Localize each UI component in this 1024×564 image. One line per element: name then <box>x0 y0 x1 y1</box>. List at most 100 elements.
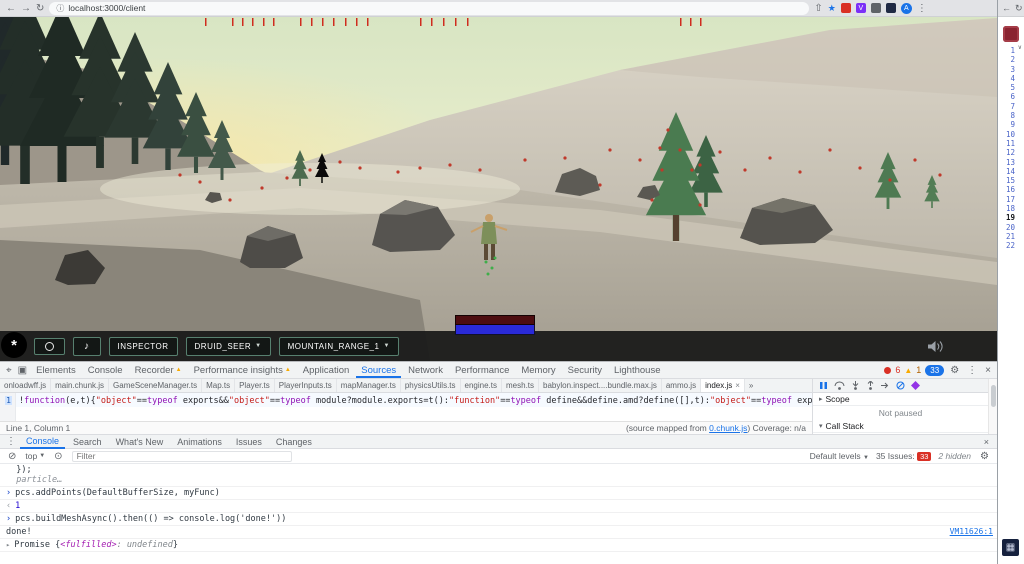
drawer-close-icon[interactable]: × <box>984 437 993 447</box>
tab-overflow-icon[interactable]: » <box>745 379 757 392</box>
devtools-scrollbar[interactable] <box>988 379 997 434</box>
devtools-close-icon[interactable]: × <box>985 365 991 376</box>
hidden-messages-label[interactable]: 2 hidden <box>938 451 971 461</box>
issues-counter[interactable]: 35 Issues: 33 <box>876 451 932 462</box>
reload-icon[interactable]: ↻ <box>36 3 44 14</box>
device-toolbar-icon[interactable]: ▣ <box>18 365 27 376</box>
tab-security[interactable]: Security <box>563 363 607 378</box>
extension-icon-red[interactable] <box>840 3 851 13</box>
warning-triangle-icon[interactable]: ▲ <box>904 366 912 375</box>
circle-button[interactable] <box>34 337 65 355</box>
share-icon[interactable]: ⇧ <box>814 3 822 14</box>
devtools-tabbar: ⌖ ▣ Elements Console Recorder ▲ Performan… <box>0 362 997 379</box>
call-stack-section-header[interactable]: ▾ Call Stack <box>813 420 988 433</box>
site-info-icon[interactable]: ⓘ <box>56 3 64 14</box>
address-bar[interactable]: ⓘ localhost:3000/client <box>49 1 810 15</box>
file-tab[interactable]: mapManager.ts <box>337 379 401 392</box>
inspector-button[interactable]: INSPECTOR <box>108 336 178 356</box>
console-settings-gear-icon[interactable]: ⚙ <box>980 451 989 462</box>
console-input-row[interactable]: › pcs.addPoints(DefaultBufferSize, myFun… <box>0 487 997 500</box>
url-text: localhost:3000/client <box>68 3 146 13</box>
scope-section-header[interactable]: ▸ Scope <box>813 393 988 406</box>
drawer-tab-changes[interactable]: Changes <box>270 436 318 448</box>
bookmark-star-icon[interactable]: ★ <box>828 3 836 14</box>
back-icon[interactable]: ← <box>6 3 16 14</box>
console-filter-input[interactable] <box>71 450 292 462</box>
step-into-button[interactable] <box>851 381 860 390</box>
deactivate-breakpoints-button[interactable] <box>896 381 905 390</box>
console-result-row[interactable]: ▸ Promise {<fulfilled>: undefined} <box>0 539 997 552</box>
warning-count: 1 <box>916 365 922 375</box>
step-button[interactable] <box>881 381 890 390</box>
devtools-menu-icon[interactable]: ⋮ <box>967 365 977 376</box>
clear-console-icon[interactable]: ⊘ <box>8 451 16 462</box>
file-tab[interactable]: ammo.js <box>662 379 702 392</box>
drawer-tab-search[interactable]: Search <box>67 436 108 448</box>
inspect-element-icon[interactable]: ⌖ <box>6 365 12 376</box>
tab-sources[interactable]: Sources <box>356 363 402 378</box>
step-out-button[interactable] <box>866 381 875 390</box>
tab-recorder[interactable]: Recorder ▲ <box>130 363 187 378</box>
drawer-tab-issues[interactable]: Issues <box>230 436 268 448</box>
pause-on-exceptions-button[interactable] <box>911 381 920 390</box>
browser-menu-icon[interactable]: ⋮ <box>917 3 927 14</box>
fold-caret-icon[interactable]: ∨ <box>1018 44 1022 51</box>
step-over-button[interactable] <box>834 381 845 390</box>
tab-application[interactable]: Application <box>298 363 354 378</box>
file-tab[interactable]: babylon.inspect....bundle.max.js <box>539 379 662 392</box>
game-viewport: ♪ INSPECTOR DRUID_SEER ▼ MOUNTAIN_RANGE_1… <box>0 17 997 361</box>
sources-body: onloadwff.js main.chunk.js GameSceneMana… <box>0 379 997 434</box>
forward-icon[interactable]: → <box>21 3 31 14</box>
extension-icon-shield[interactable] <box>870 3 881 13</box>
context-selector[interactable]: top ▼ <box>25 451 45 461</box>
drawer-tab-animations[interactable]: Animations <box>171 436 228 448</box>
file-tab[interactable]: main.chunk.js <box>51 379 110 392</box>
tab-lighthouse[interactable]: Lighthouse <box>609 363 665 378</box>
log-levels-dropdown[interactable]: Default levels ▼ <box>810 451 869 461</box>
file-tab[interactable]: mesh.ts <box>502 379 540 392</box>
game-hud-bar: ♪ INSPECTOR DRUID_SEER ▼ MOUNTAIN_RANGE_1… <box>0 331 997 361</box>
file-tab-active[interactable]: index.js × <box>701 379 745 392</box>
issues-badge[interactable]: 33 <box>925 364 945 376</box>
extension-icon-v[interactable]: V <box>855 3 866 13</box>
code-editor[interactable]: 1 !function(e,t){"object"==typeof export… <box>0 393 812 421</box>
file-tab[interactable]: onloadwff.js <box>0 379 52 392</box>
live-expression-eye-icon[interactable]: ⊙ <box>54 451 62 462</box>
circle-icon <box>45 341 54 351</box>
file-tab[interactable]: Map.ts <box>202 379 236 392</box>
file-tab[interactable]: physicsUtils.ts <box>401 379 461 392</box>
drawer-tab-whats-new[interactable]: What's New <box>110 436 170 448</box>
file-tab[interactable]: engine.ts <box>461 379 502 392</box>
file-tab[interactable]: GameSceneManager.ts <box>109 379 203 392</box>
taskbar-grid-icon[interactable]: ▦ <box>1002 539 1019 556</box>
volume-button[interactable] <box>927 340 945 353</box>
extension-icon-dark[interactable] <box>885 3 896 13</box>
error-dot-icon[interactable] <box>884 366 892 374</box>
pause-script-button[interactable] <box>819 381 828 390</box>
scrollbar-thumb[interactable] <box>991 385 996 407</box>
console-source-link[interactable]: VM11626:1 <box>950 527 993 537</box>
tab-performance-insights[interactable]: Performance insights ▲ <box>189 363 296 378</box>
source-map-link[interactable]: 0.chunk.js <box>709 423 747 433</box>
console-input-row[interactable]: › pcs.buildMeshAsync().then(() => consol… <box>0 513 997 526</box>
file-tab[interactable]: Player.ts <box>235 379 275 392</box>
overlay-fab-button[interactable]: * <box>1 332 27 358</box>
profile-avatar[interactable]: A <box>900 2 912 14</box>
character-dropdown[interactable]: DRUID_SEER ▼ <box>185 336 271 356</box>
tab-network[interactable]: Network <box>403 363 448 378</box>
settings-gear-icon[interactable]: ⚙ <box>950 365 959 376</box>
close-icon[interactable]: × <box>735 381 740 390</box>
tab-performance[interactable]: Performance <box>450 363 514 378</box>
expand-triangle-icon[interactable]: ▸ <box>6 540 10 550</box>
tab-elements[interactable]: Elements <box>31 363 81 378</box>
file-tab[interactable]: PlayerInputs.ts <box>275 379 337 392</box>
music-button[interactable]: ♪ <box>73 336 101 356</box>
map-dropdown[interactable]: MOUNTAIN_RANGE_1 ▼ <box>278 336 399 356</box>
drawer-menu-icon[interactable]: ⋮ <box>6 436 16 447</box>
back-icon[interactable]: ← <box>1002 3 1011 13</box>
tab-memory[interactable]: Memory <box>516 363 560 378</box>
reload-icon[interactable]: ↻ <box>1015 3 1023 14</box>
drawer-tab-console[interactable]: Console <box>20 435 66 449</box>
game-scene[interactable] <box>0 17 997 361</box>
tab-console[interactable]: Console <box>83 363 128 378</box>
